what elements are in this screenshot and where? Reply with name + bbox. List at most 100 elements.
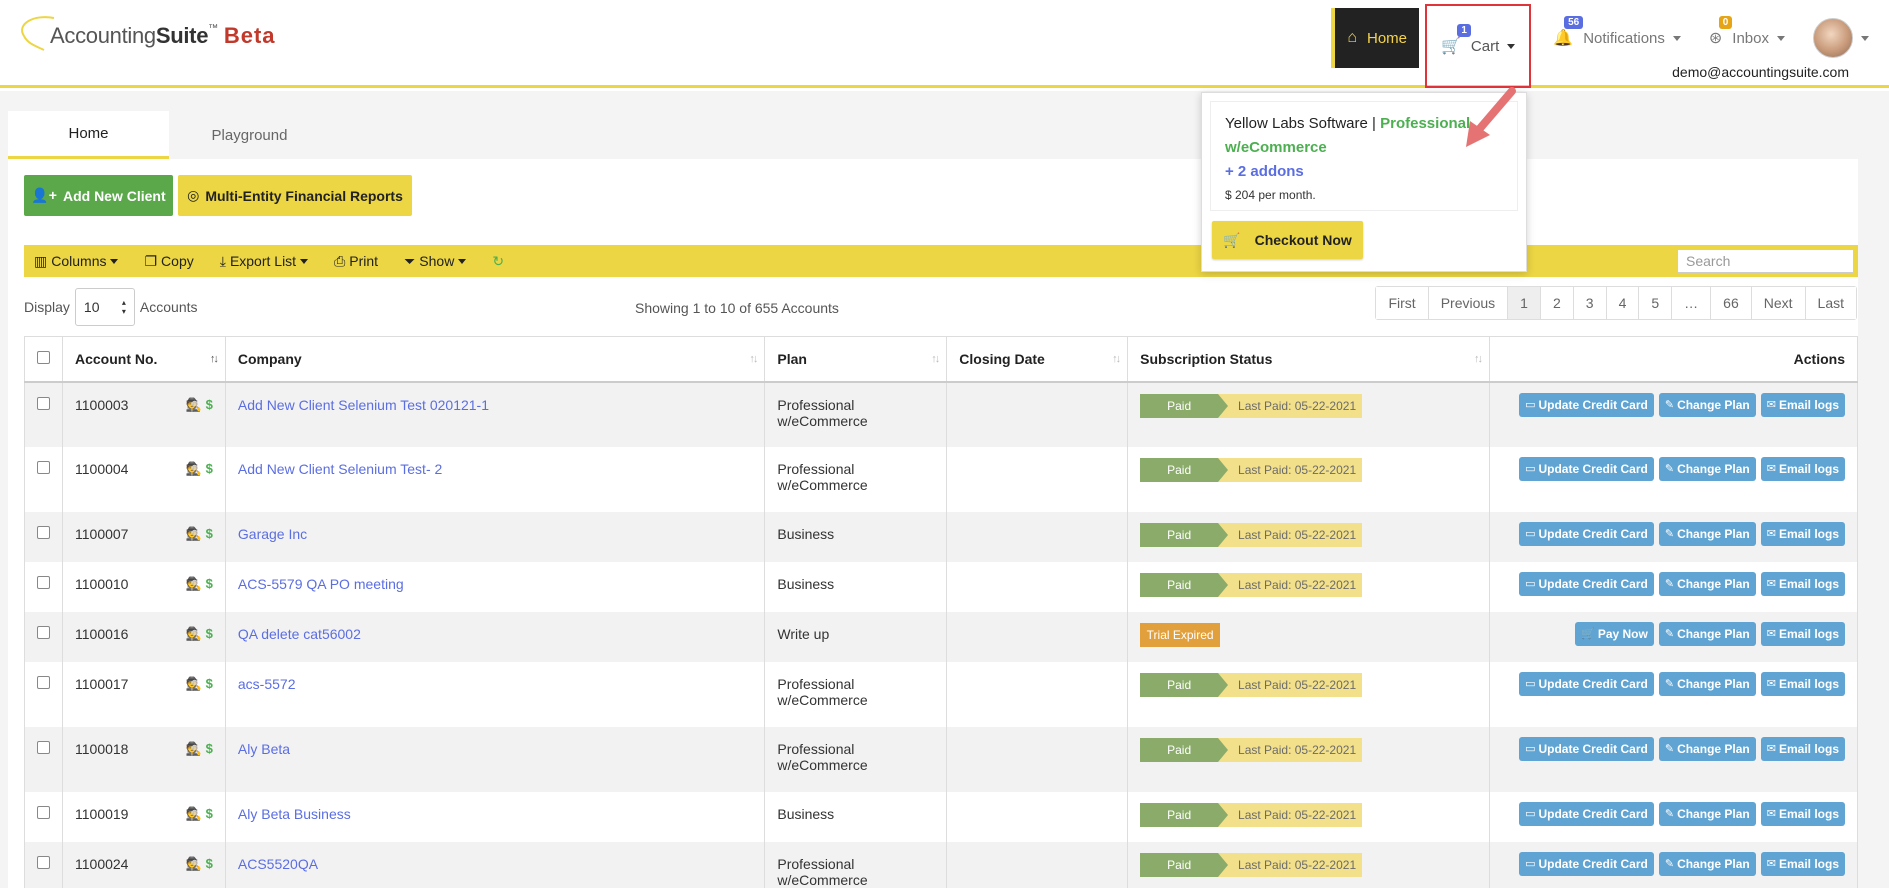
dollar-icon[interactable]: $ (206, 741, 213, 756)
column-company[interactable]: Company ↑↓ (224, 336, 766, 383)
row-checkbox[interactable] (37, 740, 50, 754)
dollar-icon[interactable]: $ (206, 397, 213, 412)
row-checkbox[interactable] (37, 460, 50, 474)
search-input[interactable]: Search (1677, 249, 1854, 273)
user-secret-icon[interactable]: 🕵 (185, 806, 201, 821)
row-checkbox[interactable] (37, 625, 50, 639)
dollar-icon[interactable]: $ (206, 461, 213, 476)
nav-home[interactable]: ⌂ Home (1331, 8, 1419, 68)
change-plan-button[interactable]: ✎ Change Plan (1658, 521, 1756, 546)
email-logs-button[interactable]: ✉ Email logs (1760, 736, 1845, 761)
company-link[interactable]: acs-5572 (238, 676, 296, 692)
column-account-no[interactable]: Account No. ↑↓ (62, 336, 226, 383)
dollar-icon[interactable]: $ (206, 806, 213, 821)
change-plan-button[interactable]: ✎ Change Plan (1658, 851, 1756, 876)
dollar-icon[interactable]: $ (206, 526, 213, 541)
row-checkbox[interactable] (37, 575, 50, 589)
company-link[interactable]: Aly Beta Business (238, 806, 351, 822)
change-plan-button[interactable]: ✎ Change Plan (1658, 392, 1756, 417)
email-logs-button[interactable]: ✉ Email logs (1760, 392, 1845, 417)
email-logs-button[interactable]: ✉ Email logs (1760, 456, 1845, 481)
email-logs-button[interactable]: ✉ Email logs (1760, 851, 1845, 876)
page-1[interactable]: 1 (1508, 287, 1541, 319)
nav-inbox[interactable]: ⊛ 0 Inbox (1695, 8, 1799, 68)
page-2[interactable]: 2 (1540, 287, 1574, 319)
row-checkbox[interactable] (37, 525, 50, 539)
column-company-label: Company (237, 350, 302, 367)
company-link[interactable]: Add New Client Selenium Test 020121-1 (238, 397, 489, 413)
app-logo[interactable]: AccountingSuite™ Beta (14, 14, 276, 58)
page-3[interactable]: 3 (1573, 287, 1607, 319)
company-link[interactable]: ACS5520QA (238, 856, 318, 872)
dollar-icon[interactable]: $ (206, 576, 213, 591)
print-button[interactable]: ⎙ Print (334, 253, 378, 270)
company-link[interactable]: Add New Client Selenium Test- 2 (238, 461, 442, 477)
add-new-client-button[interactable]: 👤+ Add New Client (24, 175, 173, 216)
email-logs-button[interactable]: ✉ Email logs (1760, 571, 1845, 596)
page-first[interactable]: First (1376, 287, 1429, 319)
tab-home[interactable]: Home (8, 111, 169, 159)
user-secret-icon[interactable]: 🕵 (185, 741, 201, 756)
row-checkbox[interactable] (37, 396, 50, 410)
dollar-icon[interactable]: $ (206, 856, 213, 871)
update-credit-card-button[interactable]: ▭ Update Credit Card (1519, 571, 1654, 596)
multi-entity-reports-button[interactable]: ◎ Multi-Entity Financial Reports (178, 175, 412, 216)
update-credit-card-button[interactable]: ▭ Update Credit Card (1519, 521, 1654, 546)
email-logs-button[interactable]: ✉ Email logs (1760, 671, 1845, 696)
company-link[interactable]: QA delete cat56002 (238, 626, 361, 642)
change-plan-button[interactable]: ✎ Change Plan (1658, 801, 1756, 826)
company-link[interactable]: ACS-5579 QA PO meeting (238, 576, 404, 592)
email-logs-button[interactable]: ✉ Email logs (1760, 801, 1845, 826)
checkout-now-button[interactable]: 🛒 Checkout Now (1212, 221, 1363, 259)
nav-cart[interactable]: 🛒 1 Cart (1425, 4, 1532, 88)
change-plan-button[interactable]: ✎ Change Plan (1658, 736, 1756, 761)
refresh-button[interactable]: ↻ (492, 253, 504, 270)
page-4[interactable]: 4 (1606, 287, 1640, 319)
dollar-icon[interactable]: $ (206, 626, 213, 641)
email-logs-button[interactable]: ✉ Email logs (1760, 521, 1845, 546)
email-logs-button[interactable]: ✉ Email logs (1760, 621, 1845, 646)
export-list-button[interactable]: ⤓ Export List (220, 253, 309, 270)
nav-user[interactable] (1799, 8, 1889, 68)
change-plan-button[interactable]: ✎ Change Plan (1658, 456, 1756, 481)
column-closing-date[interactable]: Closing Date ↑↓ (946, 336, 1129, 383)
update-credit-card-button[interactable]: ▭ Update Credit Card (1519, 392, 1654, 417)
copy-button[interactable]: ❐ Copy (144, 253, 193, 270)
update-credit-card-button[interactable]: ▭ Update Credit Card (1519, 801, 1654, 826)
select-all-checkbox[interactable] (37, 350, 50, 364)
user-secret-icon[interactable]: 🕵 (185, 856, 201, 871)
update-credit-card-button[interactable]: ▭ Update Credit Card (1519, 851, 1654, 876)
update-credit-card-button[interactable]: ▭ Update Credit Card (1519, 671, 1654, 696)
column-subscription-status[interactable]: Subscription Status ↑↓ (1127, 336, 1490, 383)
update-credit-card-button[interactable]: ▭ Update Credit Card (1519, 736, 1654, 761)
row-checkbox[interactable] (37, 805, 50, 819)
user-secret-icon[interactable]: 🕵 (185, 676, 201, 691)
row-checkbox[interactable] (37, 855, 50, 869)
column-plan[interactable]: Plan ↑↓ (764, 336, 948, 383)
change-plan-button[interactable]: ✎ Change Plan (1658, 671, 1756, 696)
user-secret-icon[interactable]: 🕵 (185, 626, 201, 641)
row-checkbox[interactable] (37, 675, 50, 689)
update-credit-card-button[interactable]: ▭ Update Credit Card (1519, 456, 1654, 481)
page-5[interactable]: 5 (1639, 287, 1673, 319)
user-secret-icon[interactable]: 🕵 (185, 397, 201, 412)
page-previous[interactable]: Previous (1428, 287, 1509, 319)
page-next[interactable]: Next (1751, 287, 1806, 319)
page-size-select[interactable]: 10 (74, 288, 135, 326)
tab-playground[interactable]: Playground (169, 111, 330, 159)
pay-now-button[interactable]: 🛒 Pay Now (1575, 621, 1654, 646)
user-secret-icon[interactable]: 🕵 (185, 461, 201, 476)
change-plan-button[interactable]: ✎ Change Plan (1658, 621, 1756, 646)
show-button[interactable]: ⏷ Show (404, 253, 467, 270)
dollar-icon[interactable]: $ (206, 676, 213, 691)
nav-notifications[interactable]: 🔔 56 Notifications (1539, 8, 1695, 68)
cart-addons-link[interactable]: + 2 addons (1225, 160, 1505, 184)
company-link[interactable]: Garage Inc (238, 526, 307, 542)
page-66[interactable]: 66 (1711, 287, 1752, 319)
change-plan-button[interactable]: ✎ Change Plan (1658, 571, 1756, 596)
columns-button[interactable]: ▥ Columns (34, 253, 119, 270)
company-link[interactable]: Aly Beta (238, 741, 290, 757)
page-last[interactable]: Last (1805, 287, 1856, 319)
user-secret-icon[interactable]: 🕵 (185, 576, 201, 591)
user-secret-icon[interactable]: 🕵 (185, 526, 201, 541)
